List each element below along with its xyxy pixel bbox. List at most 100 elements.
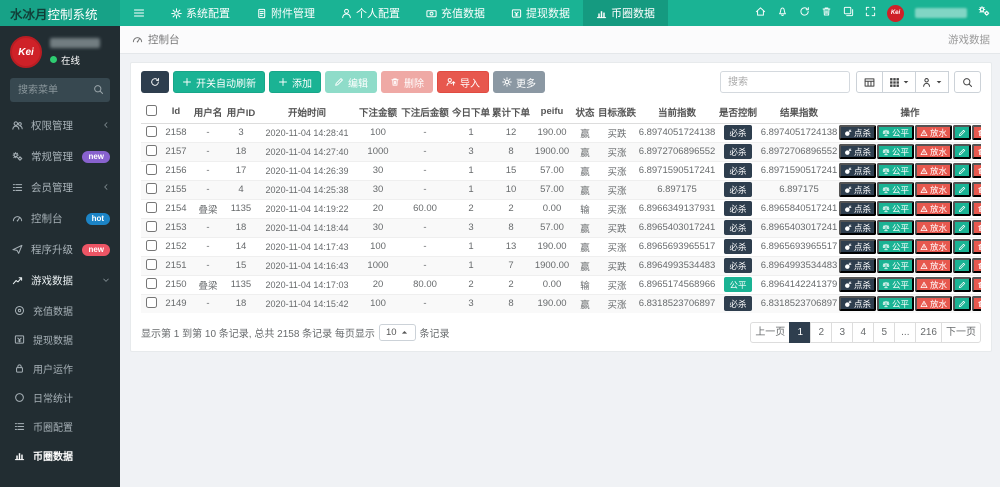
fair-button[interactable]: 公平 (877, 163, 914, 178)
page-4[interactable]: 4 (852, 322, 874, 343)
page-3[interactable]: 3 (831, 322, 853, 343)
page-1[interactable]: 1 (789, 322, 811, 343)
fair-button[interactable]: 公平 (877, 258, 914, 273)
sidebar-subitem-4[interactable]: 日常统计 (0, 383, 120, 412)
more-button[interactable]: 更多 (493, 71, 545, 93)
theme-settings-button[interactable] (978, 4, 990, 22)
row-delete-button[interactable] (972, 125, 981, 140)
toggle-auto-refresh-button[interactable]: 开关自动刷新 (173, 71, 265, 93)
kill-button[interactable]: 点杀 (839, 220, 876, 235)
page-下一页[interactable]: 下一页 (941, 322, 981, 343)
kill-button[interactable]: 点杀 (839, 239, 876, 254)
topbar-avatar[interactable]: Kei (887, 5, 904, 22)
kill-button[interactable]: 点杀 (839, 163, 876, 178)
sidebar-item-4[interactable]: 控制台hot (0, 203, 120, 234)
sidebar-item-2[interactable]: 常规管理new (0, 141, 120, 172)
topnav-item-1[interactable]: 系统配置 (158, 0, 243, 26)
row-checkbox[interactable] (146, 221, 157, 232)
sidebar-item-3[interactable]: 会员管理 (0, 172, 120, 203)
row-checkbox[interactable] (146, 145, 157, 156)
row-edit-button[interactable] (953, 201, 971, 216)
release-button[interactable]: 放水 (915, 182, 952, 197)
release-button[interactable]: 放水 (915, 125, 952, 140)
breadcrumb-left[interactable]: 控制台 (148, 32, 180, 47)
fair-button[interactable]: 公平 (877, 144, 914, 159)
fair-button[interactable]: 公平 (877, 201, 914, 216)
row-edit-button[interactable] (953, 296, 971, 311)
row-delete-button[interactable] (972, 201, 981, 216)
select-all-checkbox[interactable] (146, 105, 157, 116)
row-edit-button[interactable] (953, 144, 971, 159)
row-checkbox[interactable] (146, 183, 157, 194)
row-checkbox[interactable] (146, 278, 157, 289)
row-edit-button[interactable] (953, 239, 971, 254)
trash-button[interactable] (821, 4, 832, 22)
row-checkbox[interactable] (146, 164, 157, 175)
row-edit-button[interactable] (953, 258, 971, 273)
fair-button[interactable]: 公平 (877, 125, 914, 140)
release-button[interactable]: 放水 (915, 239, 952, 254)
page-216[interactable]: 216 (915, 322, 942, 343)
topnav-item-4[interactable]: 充值数据 (413, 0, 498, 26)
release-button[interactable]: 放水 (915, 296, 952, 311)
release-button[interactable]: 放水 (915, 163, 952, 178)
menu-toggle-button[interactable] (120, 0, 158, 26)
sidebar-subitem-1[interactable]: 充值数据 (0, 296, 120, 325)
row-checkbox[interactable] (146, 202, 157, 213)
release-button[interactable]: 放水 (915, 258, 952, 273)
topnav-item-6[interactable]: 币圈数据 (583, 0, 668, 26)
kill-button[interactable]: 点杀 (839, 182, 876, 197)
import-button[interactable]: 导入 (437, 71, 489, 93)
kill-button[interactable]: 点杀 (839, 125, 876, 140)
row-edit-button[interactable] (953, 277, 971, 292)
toggle-pagination-button[interactable] (856, 71, 883, 93)
sidebar-item-5[interactable]: 程序升级new (0, 234, 120, 265)
sidebar-subitem-5[interactable]: 币圈配置 (0, 412, 120, 441)
fair-button[interactable]: 公平 (877, 182, 914, 197)
layers-button[interactable] (843, 4, 854, 22)
columns-dropdown-button[interactable] (882, 71, 916, 93)
add-button[interactable]: 添加 (269, 71, 321, 93)
sidebar-item-6[interactable]: 游戏数据 (0, 265, 120, 296)
page-size-select[interactable]: 10 (379, 324, 416, 341)
bell-button[interactable] (777, 4, 788, 22)
row-delete-button[interactable] (972, 296, 981, 311)
delete-button[interactable]: 删除 (381, 71, 433, 93)
kill-button[interactable]: 点杀 (839, 144, 876, 159)
fair-button[interactable]: 公平 (877, 296, 914, 311)
topnav-item-3[interactable]: 个人配置 (328, 0, 413, 26)
refresh-button[interactable] (799, 4, 810, 22)
kill-button[interactable]: 点杀 (839, 277, 876, 292)
sidebar-item-1[interactable]: 权限管理 (0, 110, 120, 141)
sidebar-subitem-6[interactable]: 币圈数据 (0, 441, 120, 470)
row-edit-button[interactable] (953, 125, 971, 140)
row-delete-button[interactable] (972, 239, 981, 254)
sidebar-subitem-3[interactable]: 用户运作 (0, 354, 120, 383)
expand-button[interactable] (865, 4, 876, 22)
export-dropdown-button[interactable] (915, 71, 949, 93)
fair-button[interactable]: 公平 (877, 220, 914, 235)
fullscreen-search-button[interactable] (954, 71, 981, 93)
release-button[interactable]: 放水 (915, 277, 952, 292)
page-...[interactable]: ... (894, 322, 916, 343)
edit-button[interactable]: 编辑 (325, 71, 377, 93)
row-checkbox[interactable] (146, 126, 157, 137)
row-delete-button[interactable] (972, 144, 981, 159)
page-5[interactable]: 5 (873, 322, 895, 343)
release-button[interactable]: 放水 (915, 144, 952, 159)
kill-button[interactable]: 点杀 (839, 258, 876, 273)
topnav-item-5[interactable]: 提现数据 (498, 0, 583, 26)
kill-button[interactable]: 点杀 (839, 201, 876, 216)
refresh-button[interactable] (141, 71, 169, 93)
topnav-item-2[interactable]: 附件管理 (243, 0, 328, 26)
page-2[interactable]: 2 (810, 322, 832, 343)
row-delete-button[interactable] (972, 220, 981, 235)
fair-button[interactable]: 公平 (877, 239, 914, 254)
sidebar-subitem-2[interactable]: 提现数据 (0, 325, 120, 354)
page-上一页[interactable]: 上一页 (750, 322, 790, 343)
row-edit-button[interactable] (953, 182, 971, 197)
release-button[interactable]: 放水 (915, 201, 952, 216)
home-button[interactable] (755, 4, 766, 22)
row-delete-button[interactable] (972, 182, 981, 197)
release-button[interactable]: 放水 (915, 220, 952, 235)
